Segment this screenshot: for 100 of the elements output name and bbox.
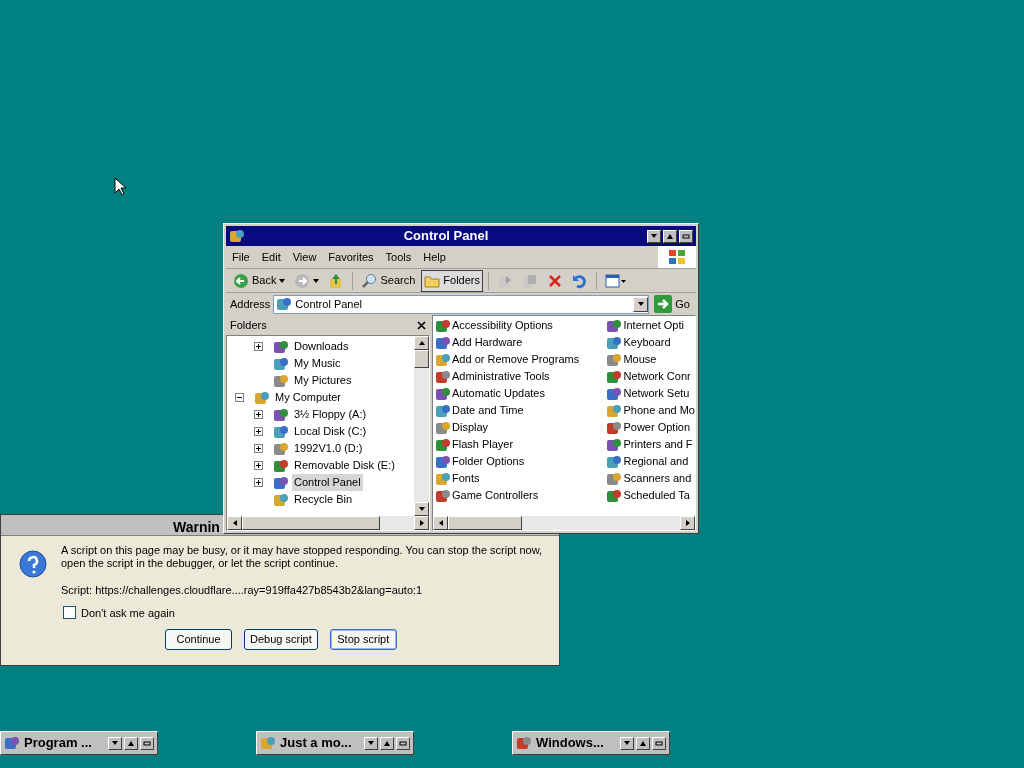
folder-icon (273, 338, 289, 355)
down-triangle-icon (111, 739, 119, 747)
menu-item[interactable]: Edit (255, 248, 287, 266)
folder-icon (273, 474, 289, 491)
applet-item[interactable]: Power Option (623, 419, 691, 436)
restore-button[interactable] (364, 736, 378, 750)
back-button[interactable]: Back (230, 269, 289, 292)
minimize-button[interactable] (679, 229, 693, 243)
applet-item[interactable]: Internet Opti (623, 317, 684, 334)
applet-item[interactable]: Regional and (623, 453, 689, 470)
dialog-title: Warnin (173, 518, 220, 537)
applet-item[interactable]: Date and Time (452, 402, 524, 419)
menu-item[interactable]: View (286, 248, 323, 266)
applet-item[interactable]: Scheduled Ta (623, 487, 690, 504)
horizontal-scrollbar[interactable] (227, 516, 429, 530)
checkbox[interactable] (63, 606, 76, 620)
applet-item[interactable]: Mouse (623, 351, 657, 368)
tree-item[interactable]: Local Disk (C:) (292, 423, 369, 440)
applet-item[interactable]: Display (452, 419, 489, 436)
address-field[interactable]: Control Panel (273, 294, 650, 314)
maximize-button[interactable] (124, 736, 138, 750)
scroll-left-button[interactable] (433, 516, 448, 530)
applet-item[interactable]: Folder Options (452, 453, 525, 470)
minimized-window[interactable]: Program ... (0, 731, 158, 755)
collapse-icon[interactable] (235, 393, 244, 402)
applet-item[interactable]: Scanners and (623, 470, 692, 487)
applet-item[interactable]: Phone and Mo (623, 402, 695, 419)
tree-item[interactable]: My Computer (273, 389, 344, 406)
menu-item[interactable]: Favorites (322, 248, 380, 266)
tree-item[interactable]: 3½ Floppy (A:) (292, 406, 369, 423)
restore-button[interactable] (647, 229, 661, 243)
applet-item[interactable]: Game Controllers (452, 487, 539, 504)
tree-item[interactable]: 1992V1.0 (D:) (292, 440, 365, 457)
up-triangle-icon (383, 739, 391, 747)
applet-item[interactable]: Flash Player (452, 436, 514, 453)
scroll-up-button[interactable] (414, 336, 429, 350)
applet-item[interactable]: Printers and F (623, 436, 693, 453)
maximize-button[interactable] (663, 229, 677, 243)
tree-item[interactable]: My Pictures (292, 372, 354, 389)
applet-item[interactable]: Fonts (452, 470, 480, 487)
dialog-button[interactable]: Continue (165, 629, 232, 650)
scroll-left-button[interactable] (227, 516, 242, 530)
dropdown-caret-icon (279, 278, 286, 283)
restore-button[interactable] (108, 736, 122, 750)
dropdown-button[interactable] (633, 296, 649, 312)
scroll-thumb[interactable] (448, 516, 522, 530)
minimize-button[interactable] (652, 736, 666, 750)
applet-item[interactable]: Automatic Updates (452, 385, 545, 402)
applet-icon (435, 385, 451, 402)
vertical-scrollbar[interactable] (414, 336, 429, 516)
folders-button[interactable]: Folders (421, 269, 483, 292)
tree-item[interactable]: Removable Disk (E:) (292, 457, 397, 474)
horizontal-scrollbar[interactable] (433, 516, 695, 530)
tree-item[interactable]: Recycle Bin (292, 491, 355, 508)
dialog-button[interactable]: Debug script (244, 629, 318, 650)
restore-button[interactable] (620, 736, 634, 750)
minimized-window[interactable]: Just a mo... (256, 731, 414, 755)
menu-item[interactable]: Tools (379, 248, 418, 266)
applet-item[interactable]: Network Conr (623, 368, 691, 385)
expand-icon[interactable] (254, 427, 263, 436)
up-arrow-icon (417, 339, 426, 347)
maximize-button[interactable] (380, 736, 394, 750)
go-arrow-icon (654, 295, 673, 313)
tree-item[interactable]: Control Panel (292, 474, 363, 491)
menu-item[interactable]: Help (417, 248, 452, 266)
go-button[interactable]: Go (652, 295, 692, 313)
applet-item[interactable]: Administrative Tools (452, 368, 550, 385)
expand-icon[interactable] (254, 410, 263, 419)
scroll-right-button[interactable] (680, 516, 695, 530)
expand-icon[interactable] (254, 342, 263, 351)
applet-item[interactable]: Add or Remove Programs (452, 351, 580, 368)
applet-item[interactable]: Keyboard (623, 334, 671, 351)
scroll-thumb[interactable] (242, 516, 380, 530)
maximize-button[interactable] (636, 736, 650, 750)
applet-item[interactable]: Add Hardware (452, 334, 523, 351)
right-arrow-icon (683, 519, 692, 527)
scroll-thumb[interactable] (414, 350, 429, 368)
expand-icon[interactable] (254, 478, 263, 487)
search-button[interactable]: Search (358, 269, 419, 292)
applet-icon (606, 351, 623, 368)
expand-icon[interactable] (254, 444, 263, 453)
scroll-down-button[interactable] (414, 502, 429, 516)
close-icon[interactable] (417, 320, 426, 330)
minimize-button[interactable] (140, 736, 154, 750)
minimized-window[interactable]: Windows... (512, 731, 670, 755)
applet-icon (606, 385, 623, 402)
undo-icon (572, 272, 588, 289)
down-triangle-icon (623, 739, 631, 747)
menu-item[interactable]: File (226, 248, 256, 266)
expand-icon[interactable] (254, 461, 263, 470)
tree-item[interactable]: My Music (292, 355, 343, 372)
minimize-button[interactable] (396, 736, 410, 750)
tree-item[interactable]: Downloads (292, 338, 351, 355)
applet-item[interactable]: Accessibility Options (452, 317, 553, 334)
dialog-button[interactable]: Stop script (329, 629, 397, 650)
folder-icon (254, 389, 270, 406)
applet-item[interactable]: Network Setu (623, 385, 690, 402)
program-icon (4, 735, 20, 751)
scroll-right-button[interactable] (414, 516, 429, 530)
down-arrow-icon (417, 505, 426, 513)
